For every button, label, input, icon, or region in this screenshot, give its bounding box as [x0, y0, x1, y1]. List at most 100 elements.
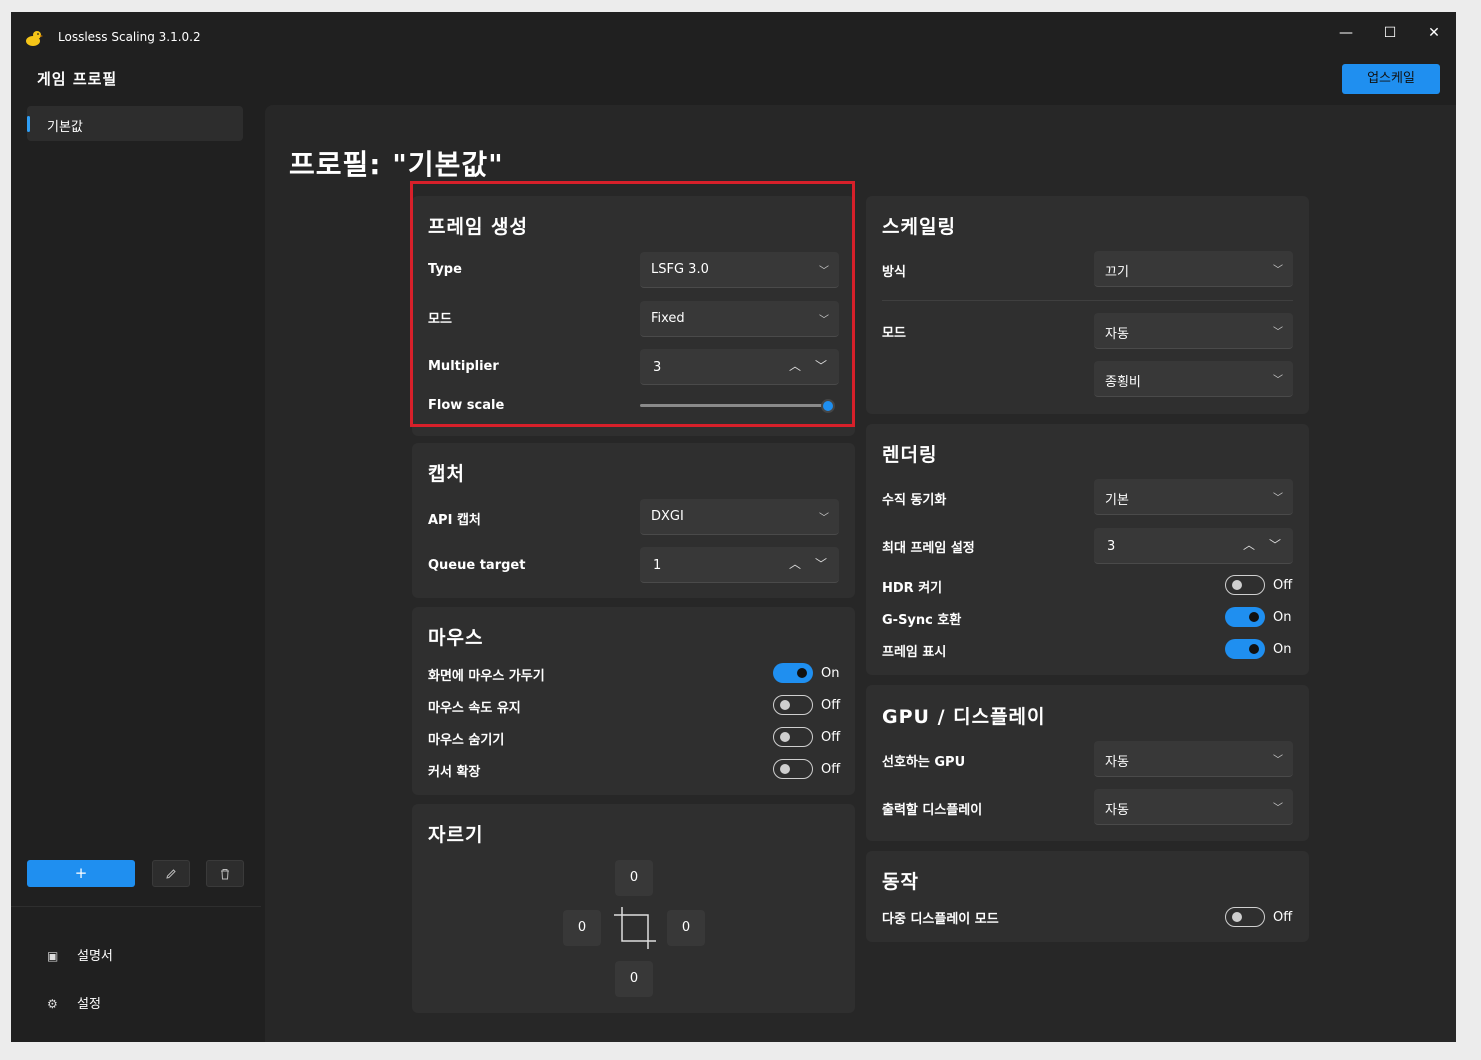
- output-display-label: 출력할 디스플레이: [882, 803, 983, 818]
- cursor-scale-toggle[interactable]: [773, 759, 813, 779]
- chevron-down-icon: ﹀: [1273, 755, 1283, 766]
- minimize-button[interactable]: —: [1329, 20, 1363, 46]
- preferred-gpu-label: 선호하는 GPU: [882, 755, 966, 770]
- toggle-state: Off: [821, 730, 841, 745]
- crop-right-input[interactable]: 0: [667, 910, 705, 946]
- flow-scale-track[interactable]: [640, 404, 824, 407]
- crop-card: 자르기 0 0 0 0: [412, 804, 855, 1013]
- gpu-title: GPU / 디스플레이: [882, 706, 1046, 728]
- decrement-icon[interactable]: ﹀: [1269, 536, 1281, 553]
- aspect-ratio-dropdown[interactable]: 종횡비 ﹀: [1094, 361, 1293, 397]
- frame-gen-title: 프레임 생성: [428, 216, 529, 238]
- upscale-button[interactable]: 업스케일: [1342, 64, 1440, 94]
- hdr-label: HDR 켜기: [882, 581, 943, 596]
- toggle-knob: [1232, 580, 1242, 590]
- frame-display-label: 프레임 표시: [882, 645, 947, 660]
- capture-card: 캡처 API 캡처 DXGI ﹀ Queue target 1 ︿ ﹀: [412, 443, 855, 598]
- output-display-dropdown[interactable]: 자동 ﹀: [1094, 789, 1293, 825]
- max-frame-label: 최대 프레임 설정: [882, 541, 975, 556]
- mode-value: Fixed: [651, 311, 685, 326]
- max-frame-value: 3: [1107, 539, 1116, 554]
- increment-icon[interactable]: ︿: [789, 555, 801, 572]
- toggle-knob: [780, 732, 790, 742]
- flow-scale-thumb[interactable]: [821, 399, 835, 413]
- api-capture-dropdown[interactable]: DXGI ﹀: [640, 499, 839, 535]
- frame-display-toggle[interactable]: [1225, 639, 1265, 659]
- add-profile-button[interactable]: +: [27, 860, 135, 887]
- preferred-gpu-dropdown[interactable]: 자동 ﹀: [1094, 741, 1293, 777]
- scaling-mode-label: 모드: [882, 326, 906, 341]
- keep-mouse-speed-toggle[interactable]: [773, 695, 813, 715]
- increment-icon[interactable]: ︿: [789, 357, 801, 374]
- decrement-icon[interactable]: ﹀: [815, 555, 827, 572]
- frame-gen-card: 프레임 생성 Type LSFG 3.0 ﹀ 모드 Fixed ﹀ Multip…: [412, 196, 855, 436]
- scaling-method-dropdown[interactable]: 끄기 ﹀: [1094, 251, 1293, 287]
- type-value: LSFG 3.0: [651, 262, 709, 277]
- output-display-value: 자동: [1105, 803, 1129, 818]
- title-bar: Lossless Scaling 3.1.0.2 — ☐ ✕: [11, 12, 1456, 52]
- chevron-down-icon: ﹀: [1273, 803, 1283, 814]
- toggle-state: On: [821, 666, 840, 681]
- flow-scale-label: Flow scale: [428, 398, 505, 413]
- hdr-toggle[interactable]: [1225, 575, 1265, 595]
- vsync-dropdown[interactable]: 기본 ﹀: [1094, 479, 1293, 515]
- crop-icon: [614, 907, 656, 949]
- rendering-card: 렌더링 수직 동기화 기본 ﹀ 최대 프레임 설정 3 ︿ ﹀ HDR 켜기 O…: [866, 424, 1309, 675]
- multi-display-toggle[interactable]: [1225, 907, 1265, 927]
- profile-item-default[interactable]: 기본값: [27, 106, 243, 141]
- mouse-card: 마우스 화면에 마우스 가두기 On 마우스 속도 유지 Off 마우스 숨기기…: [412, 607, 855, 795]
- toggle-knob: [1249, 612, 1259, 622]
- gear-icon: ⚙: [47, 997, 58, 1011]
- crop-top-input[interactable]: 0: [615, 860, 653, 896]
- preferred-gpu-value: 자동: [1105, 755, 1129, 770]
- crop-left-input[interactable]: 0: [563, 910, 601, 946]
- nav-manual-label: 설명서: [77, 949, 113, 964]
- queue-target-stepper[interactable]: 1 ︿ ﹀: [640, 547, 839, 583]
- nav-manual[interactable]: ▣ 설명서: [47, 945, 113, 964]
- type-label: Type: [428, 262, 462, 277]
- maximize-icon: ☐: [1383, 25, 1397, 41]
- toggle-state: Off: [821, 698, 841, 713]
- gpu-card: GPU / 디스플레이 선호하는 GPU 자동 ﹀ 출력할 디스플레이 자동 ﹀: [866, 685, 1309, 841]
- type-dropdown[interactable]: LSFG 3.0 ﹀: [640, 252, 839, 288]
- trash-icon: [221, 869, 229, 880]
- confine-mouse-toggle[interactable]: [773, 663, 813, 683]
- vsync-value: 기본: [1105, 493, 1129, 508]
- nav-settings[interactable]: ⚙ 설정: [47, 993, 101, 1012]
- toggle-knob: [780, 764, 790, 774]
- chevron-down-icon: ﹀: [1273, 265, 1283, 276]
- crop-title: 자르기: [428, 824, 484, 846]
- chevron-down-icon: ﹀: [819, 315, 829, 326]
- scaling-mode-dropdown[interactable]: 자동 ﹀: [1094, 313, 1293, 349]
- toggle-knob: [1232, 912, 1242, 922]
- max-frame-stepper[interactable]: 3 ︿ ﹀: [1094, 528, 1293, 564]
- gsync-toggle[interactable]: [1225, 607, 1265, 627]
- profile-item-label: 기본값: [47, 120, 83, 135]
- chevron-down-icon: ﹀: [819, 266, 829, 277]
- edit-profile-button[interactable]: [152, 860, 190, 887]
- behavior-card: 동작 다중 디스플레이 모드 Off: [866, 851, 1309, 942]
- multiplier-label: Multiplier: [428, 359, 499, 374]
- decrement-icon[interactable]: ﹀: [815, 357, 827, 374]
- toggle-knob: [780, 700, 790, 710]
- page-title: 프로필: "기본값": [289, 148, 504, 181]
- mouse-toggle-label: 마우스 속도 유지: [428, 701, 521, 716]
- hide-mouse-toggle[interactable]: [773, 727, 813, 747]
- mode-dropdown[interactable]: Fixed ﹀: [640, 301, 839, 337]
- maximize-button[interactable]: ☐: [1373, 20, 1407, 46]
- close-button[interactable]: ✕: [1417, 20, 1451, 46]
- toggle-state: Off: [1273, 578, 1293, 593]
- increment-icon[interactable]: ︿: [1243, 536, 1255, 553]
- scaling-title: 스케일링: [882, 216, 956, 238]
- rendering-title: 렌더링: [882, 444, 938, 466]
- close-icon: ✕: [1428, 25, 1440, 41]
- chevron-down-icon: ﹀: [819, 513, 829, 524]
- multiplier-stepper[interactable]: 3 ︿ ﹀: [640, 349, 839, 385]
- toggle-knob: [1249, 644, 1259, 654]
- mouse-toggle-label: 마우스 숨기기: [428, 733, 505, 748]
- crop-bottom-input[interactable]: 0: [615, 961, 653, 997]
- duck-logo-icon: [26, 31, 43, 46]
- delete-profile-button[interactable]: [206, 860, 244, 887]
- toggle-state: On: [1273, 610, 1292, 625]
- behavior-title: 동작: [882, 871, 919, 893]
